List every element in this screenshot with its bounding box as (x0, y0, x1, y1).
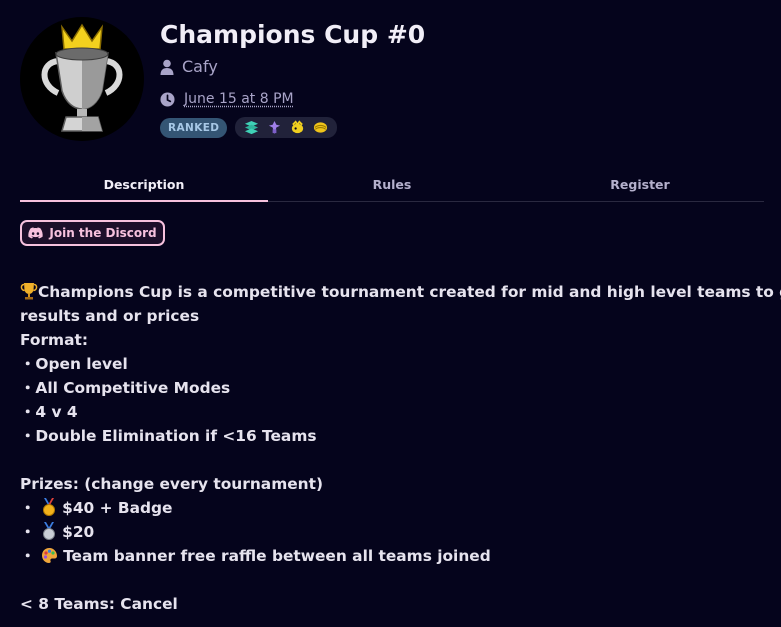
tournament-tabs: Description Rules Register (20, 170, 764, 202)
prize-item: ・ $20 (20, 520, 755, 544)
trophy-icon (20, 282, 38, 300)
format-item: ・4 v 4 (20, 400, 755, 424)
modes-badge (235, 117, 337, 138)
tournament-badges: RANKED (160, 117, 337, 138)
prize-item: ・ $40 + Badge (20, 496, 755, 520)
splat-zones-icon (244, 120, 259, 135)
tournament-page: Champions Cup #0 Cafy June 15 at 8 PM RA… (0, 0, 781, 627)
format-item: ・All Competitive Modes (20, 376, 755, 400)
description-intro: Champions Cup is a competitive tournamen… (20, 280, 755, 304)
prize-item: ・ Team banner free raffle between all te… (20, 544, 755, 568)
format-heading: Format: (20, 328, 755, 352)
organizer-row: Cafy (160, 57, 218, 76)
description-footer: < 8 Teams: Cancel (20, 592, 755, 616)
tab-rules[interactable]: Rules (268, 170, 516, 201)
description-intro-line2: results and or prices (20, 304, 755, 328)
tournament-title: Champions Cup #0 (160, 20, 425, 49)
gold-medal-icon (41, 498, 57, 516)
ranked-badge: RANKED (160, 118, 227, 138)
artist-palette-icon (41, 547, 58, 564)
tournament-avatar (20, 17, 144, 141)
start-time-row: June 15 at 8 PM (160, 91, 294, 107)
description-intro-line1: Champions Cup is a competitive tournamen… (38, 283, 781, 301)
prizes-heading: Prizes: (change every tournament) (20, 472, 755, 496)
format-item: ・Double Elimination if <16 Teams (20, 424, 755, 448)
trophy-crown-icon (32, 23, 132, 135)
silver-medal-icon (41, 522, 57, 540)
user-icon (160, 59, 174, 75)
tab-register[interactable]: Register (516, 170, 764, 201)
clam-blitz-icon (313, 120, 328, 135)
tournament-description: Champions Cup is a competitive tournamen… (20, 280, 755, 616)
format-item: ・Open level (20, 352, 755, 376)
tab-description[interactable]: Description (20, 170, 268, 202)
join-discord-button[interactable]: Join the Discord (20, 220, 165, 246)
join-discord-label: Join the Discord (49, 226, 156, 240)
discord-icon (28, 227, 43, 239)
rainmaker-icon (290, 120, 305, 135)
start-time: June 15 at 8 PM (184, 91, 294, 107)
tower-control-icon (267, 120, 282, 135)
organizer-name[interactable]: Cafy (182, 57, 218, 76)
clock-icon (160, 92, 175, 107)
